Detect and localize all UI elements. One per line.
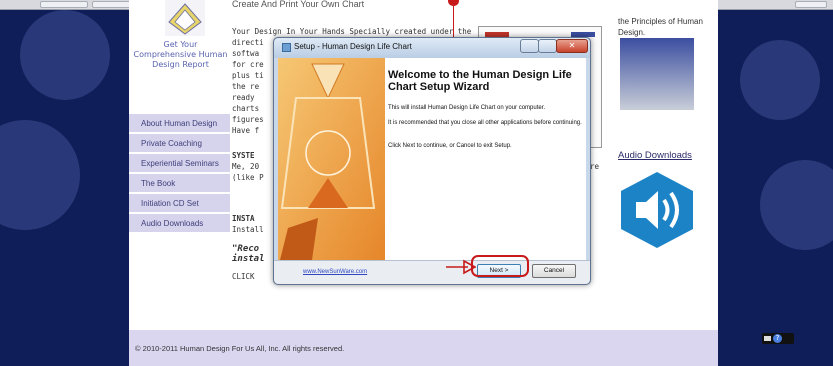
nav-item-experiential-seminars[interactable]: Experiential Seminars: [129, 154, 230, 173]
dialog-titlebar[interactable]: Setup - Human Design Life Chart ✕: [274, 38, 590, 58]
nav-item-audio-downloads[interactable]: Audio Downloads: [129, 214, 230, 233]
dialog-body: Welcome to the Human Design Life Chart S…: [278, 58, 586, 260]
right-column-intro: the Principles of Human Design.: [618, 17, 703, 37]
sidebar: Get Your Comprehensive Human Design Repo…: [129, 0, 230, 330]
content-line: Your Design In Your Hands Specially crea…: [232, 27, 472, 36]
content-line: Have f: [232, 126, 260, 135]
close-apps-text: It is recommended that you close all oth…: [388, 120, 582, 126]
next-button-highlight: [471, 255, 529, 277]
install-label: INSTA: [232, 214, 255, 223]
content-line: charts: [232, 104, 260, 113]
background-glow: [0, 120, 80, 230]
speaker-icon[interactable]: [616, 170, 698, 250]
install-info-text: This will install Human Design Life Char…: [388, 105, 546, 111]
comprehensive-report-link[interactable]: Get Your Comprehensive Human Design Repo…: [133, 40, 228, 70]
welcome-heading: Welcome to the Human Design Life Chart S…: [388, 69, 572, 93]
dvd-product-image[interactable]: [620, 38, 694, 110]
content-line: softwa: [232, 49, 260, 58]
dialog-button-bar: www.NewSunWare.com Next > Cancel: [274, 260, 590, 284]
continue-instruction-text: Click Next to continue, or Cancel to exi…: [388, 143, 512, 149]
setup-icon: [282, 43, 291, 52]
content-line: the re: [232, 82, 260, 91]
maximize-button[interactable]: [538, 39, 557, 53]
monitor-icon: [764, 336, 771, 341]
cancel-button[interactable]: Cancel: [532, 264, 576, 278]
newsunware-link[interactable]: www.NewSunWare.com: [303, 269, 367, 275]
close-icon: ✕: [568, 41, 576, 50]
background-glow: [740, 40, 820, 120]
copyright-text: © 2010-2011 Human Design For Us All, Inc…: [135, 344, 345, 353]
quote-line: "Reco: [232, 244, 260, 254]
minimize-button[interactable]: [520, 39, 539, 53]
toolbar-button[interactable]: [795, 1, 827, 8]
toolbar-button[interactable]: [92, 1, 132, 8]
content-heading: Create And Print Your Own Chart: [232, 0, 365, 9]
content-line: directi: [232, 38, 264, 47]
content-line: plus ti: [232, 71, 264, 80]
content-line: figures: [232, 115, 264, 124]
close-button[interactable]: ✕: [556, 39, 588, 53]
nav-item-initiation-cd-set[interactable]: Initiation CD Set: [129, 194, 230, 213]
content-line-fragment: re: [590, 162, 600, 171]
wizard-banner-image: [278, 58, 385, 260]
content-line: for cre: [232, 60, 264, 69]
content-line: CLICK: [232, 272, 255, 281]
help-icon[interactable]: ?: [773, 334, 782, 343]
background-glow: [20, 10, 110, 100]
system-requirements-label: SYSTE: [232, 151, 255, 160]
audio-downloads-link[interactable]: Audio Downloads: [618, 150, 692, 161]
content-line: Install: [232, 225, 264, 234]
dialog-title: Setup - Human Design Life Chart: [294, 42, 412, 51]
nav-item-private-coaching[interactable]: Private Coaching: [129, 134, 230, 153]
content-line: (like P: [232, 173, 264, 182]
setup-dialog: Setup - Human Design Life Chart ✕ Welcom…: [273, 37, 591, 285]
toolbar-button[interactable]: [40, 1, 88, 8]
nav-item-the-book[interactable]: The Book: [129, 174, 230, 193]
background-glow: [760, 160, 833, 250]
nav-item-about-human-design[interactable]: About Human Design: [129, 114, 230, 133]
quote-line: instal: [232, 254, 265, 264]
content-line: Me, 20: [232, 162, 260, 171]
human-design-bodygraph-logo: [165, 0, 205, 36]
taskbar-tray-icon[interactable]: ?: [762, 333, 794, 344]
content-line: ready: [232, 93, 255, 102]
